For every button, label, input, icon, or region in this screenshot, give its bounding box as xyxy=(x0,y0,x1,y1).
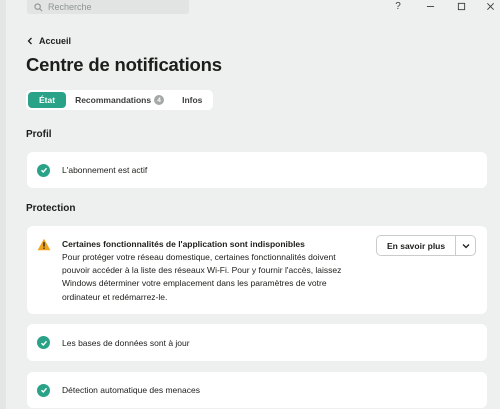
maximize-icon xyxy=(457,2,465,10)
status-item-label: Détection automatique des menaces xyxy=(62,385,200,395)
chevron-down-icon xyxy=(462,243,470,248)
window-left-edge xyxy=(0,0,6,409)
status-item-label: L'abonnement est actif xyxy=(62,165,148,175)
status-item-subscription[interactable]: L'abonnement est actif xyxy=(27,152,487,188)
tab-infos[interactable]: Infos xyxy=(173,92,211,108)
close-button[interactable] xyxy=(482,0,498,12)
status-item-threat-detection[interactable]: Détection automatique des menaces xyxy=(27,372,487,408)
search-input[interactable]: Recherche xyxy=(27,0,189,14)
back-link[interactable]: Accueil xyxy=(27,36,71,46)
minimize-button[interactable] xyxy=(422,0,438,12)
count-badge: 4 xyxy=(154,95,165,105)
chevron-left-icon xyxy=(27,37,32,45)
status-item-databases[interactable]: Les bases de données sont à jour xyxy=(27,324,487,361)
warning-description-line: Pour protéger votre réseau domestique, c… xyxy=(62,252,336,262)
tab-label: Infos xyxy=(182,95,203,105)
tab-etat[interactable]: État xyxy=(28,92,67,108)
back-link-label: Accueil xyxy=(39,36,72,46)
tab-bar: État Recommandations 4 Infos xyxy=(26,90,214,110)
search-placeholder: Recherche xyxy=(48,2,92,12)
warning-title: Certaines fonctionnalités de l'applicati… xyxy=(62,239,305,249)
check-circle-icon xyxy=(37,336,50,349)
more-options-button[interactable] xyxy=(455,236,475,255)
warning-description-line: ordinateur et redémarrez-le. xyxy=(62,291,168,302)
warning-description-line: Windows déterminer votre emplacement dan… xyxy=(62,278,327,289)
title-bar: Recherche ? xyxy=(0,0,500,18)
search-icon xyxy=(34,2,43,11)
section-title-protection: Protection xyxy=(26,203,76,214)
warning-icon xyxy=(37,238,51,251)
tab-label: Recommandations xyxy=(75,95,152,105)
warning-card: Certaines fonctionnalités de l'applicati… xyxy=(27,226,487,314)
maximize-button[interactable] xyxy=(453,0,469,12)
page-title: Centre de notifications xyxy=(26,54,222,75)
section-title-profil: Profil xyxy=(26,129,52,140)
warning-description: Pour protéger votre réseau domestique, c… xyxy=(62,251,362,304)
tab-recommandations[interactable]: Recommandations 4 xyxy=(66,92,173,108)
warning-description-line: pouvoir accéder à la liste des réseaux W… xyxy=(62,265,342,276)
check-circle-icon xyxy=(37,383,50,397)
status-item-label: Les bases de données sont à jour xyxy=(62,337,190,348)
learn-more-split-button: En savoir plus xyxy=(376,235,477,256)
minimize-icon xyxy=(426,5,434,7)
tab-label: État xyxy=(39,95,56,105)
help-button[interactable]: ? xyxy=(390,0,406,12)
close-icon xyxy=(486,2,494,10)
learn-more-button[interactable]: En savoir plus xyxy=(377,236,455,255)
check-circle-icon xyxy=(37,163,50,177)
